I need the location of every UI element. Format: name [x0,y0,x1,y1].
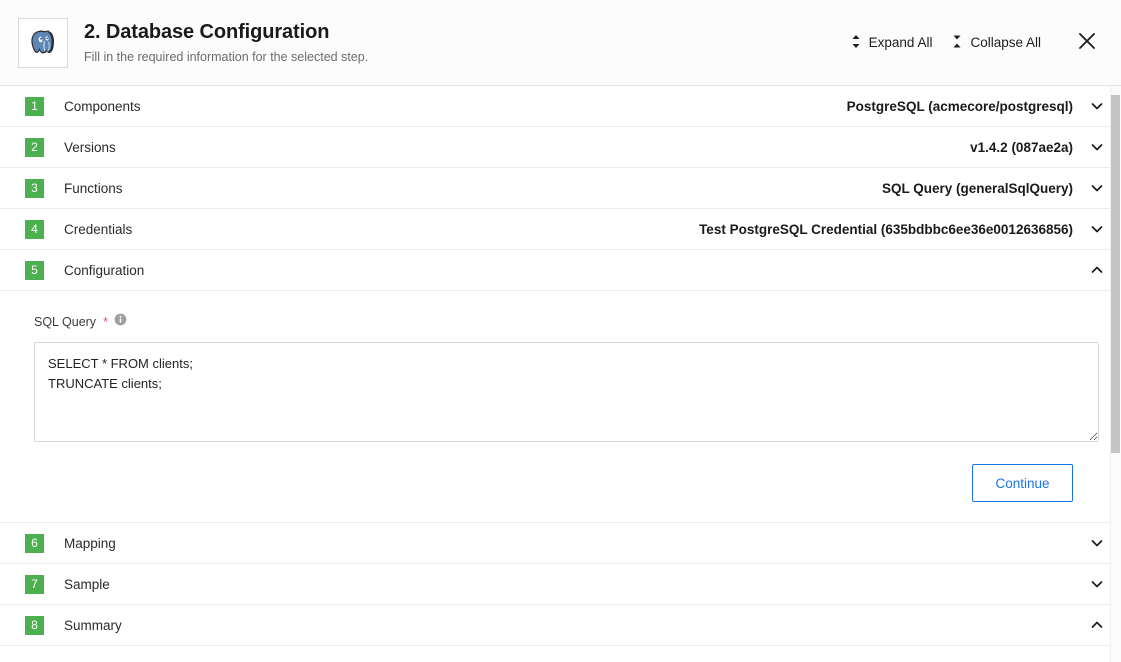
step-row-credentials[interactable]: 4 Credentials Test PostgreSQL Credential… [0,209,1121,250]
chevron-down-icon[interactable] [1089,98,1105,114]
step-value: SQL Query (generalSqlQuery) [881,180,1073,196]
page-subtitle: Fill in the required information for the… [84,49,369,64]
close-button[interactable] [1069,25,1105,60]
step-number-badge: 5 [25,260,44,280]
configuration-panel: SQL Query * Continue [0,291,1121,523]
step-row-components[interactable]: 1 Components PostgreSQL (acmecore/postgr… [0,86,1121,127]
chevron-down-icon[interactable] [1089,576,1105,592]
header-text-block: 2. Database Configuration Fill in the re… [84,19,841,67]
step-number-badge: 2 [25,137,44,157]
expand-all-button[interactable]: Expand All [841,28,943,58]
chevron-down-icon[interactable] [1089,535,1105,551]
vertical-scrollbar-thumb[interactable] [1111,95,1120,453]
step-label: Configuration [64,262,145,278]
chevron-down-icon[interactable] [1089,221,1105,237]
sql-query-input[interactable] [34,342,1099,442]
step-label: Credentials [64,221,133,237]
step-label: Sample [64,576,110,592]
sql-query-label-row: SQL Query * [34,313,1097,331]
step-number-badge: 7 [25,574,44,594]
collapse-all-button[interactable]: Collapse All [942,28,1051,58]
chevron-up-icon[interactable] [1089,617,1105,633]
panel-actions: Continue [34,464,1097,502]
step-row-configuration[interactable]: 5 Configuration [0,250,1121,291]
collapse-vertical-icon [952,34,963,52]
step-row-versions[interactable]: 2 Versions v1.4.2 (087ae2a) [0,127,1121,168]
continue-button[interactable]: Continue [972,464,1073,502]
chevron-down-icon[interactable] [1089,180,1105,196]
sql-query-label: SQL Query [34,315,97,329]
step-number-badge: 1 [25,96,44,116]
step-label: Functions [64,180,123,196]
step-row-functions[interactable]: 3 Functions SQL Query (generalSqlQuery) [0,168,1121,209]
step-label: Mapping [64,535,116,551]
expand-vertical-icon [851,34,862,52]
steps-scroll-area: 1 Components PostgreSQL (acmecore/postgr… [0,86,1121,662]
step-number-badge: 3 [25,178,44,198]
step-value: Test PostgreSQL Credential (635bdbbc6ee3… [699,221,1073,237]
chevron-up-icon[interactable] [1089,262,1105,278]
dialog-header: 2. Database Configuration Fill in the re… [0,0,1121,86]
info-icon[interactable] [114,313,127,331]
page-title: 2. Database Configuration [84,20,330,43]
required-marker: * [103,315,108,329]
collapse-all-label: Collapse All [970,35,1041,50]
expand-all-label: Expand All [868,35,933,50]
step-row-mapping[interactable]: 6 Mapping [0,523,1121,564]
step-label: Versions [64,139,116,155]
step-label: Components [64,98,141,114]
chevron-down-icon[interactable] [1089,139,1105,155]
step-row-summary[interactable]: 8 Summary [0,605,1121,646]
step-number-badge: 6 [25,533,44,553]
step-number-badge: 8 [25,615,44,635]
close-icon [1077,31,1097,54]
postgresql-elephant-icon [18,17,68,68]
step-label: Summary [64,617,122,633]
step-number-badge: 4 [25,219,44,239]
step-row-sample[interactable]: 7 Sample [0,564,1121,605]
vertical-scrollbar-track[interactable] [1110,86,1121,662]
step-value: v1.4.2 (087ae2a) [970,139,1073,155]
step-value: PostgreSQL (acmecore/postgresql) [846,98,1073,114]
header-actions: Expand All Collapse All [841,25,1105,60]
